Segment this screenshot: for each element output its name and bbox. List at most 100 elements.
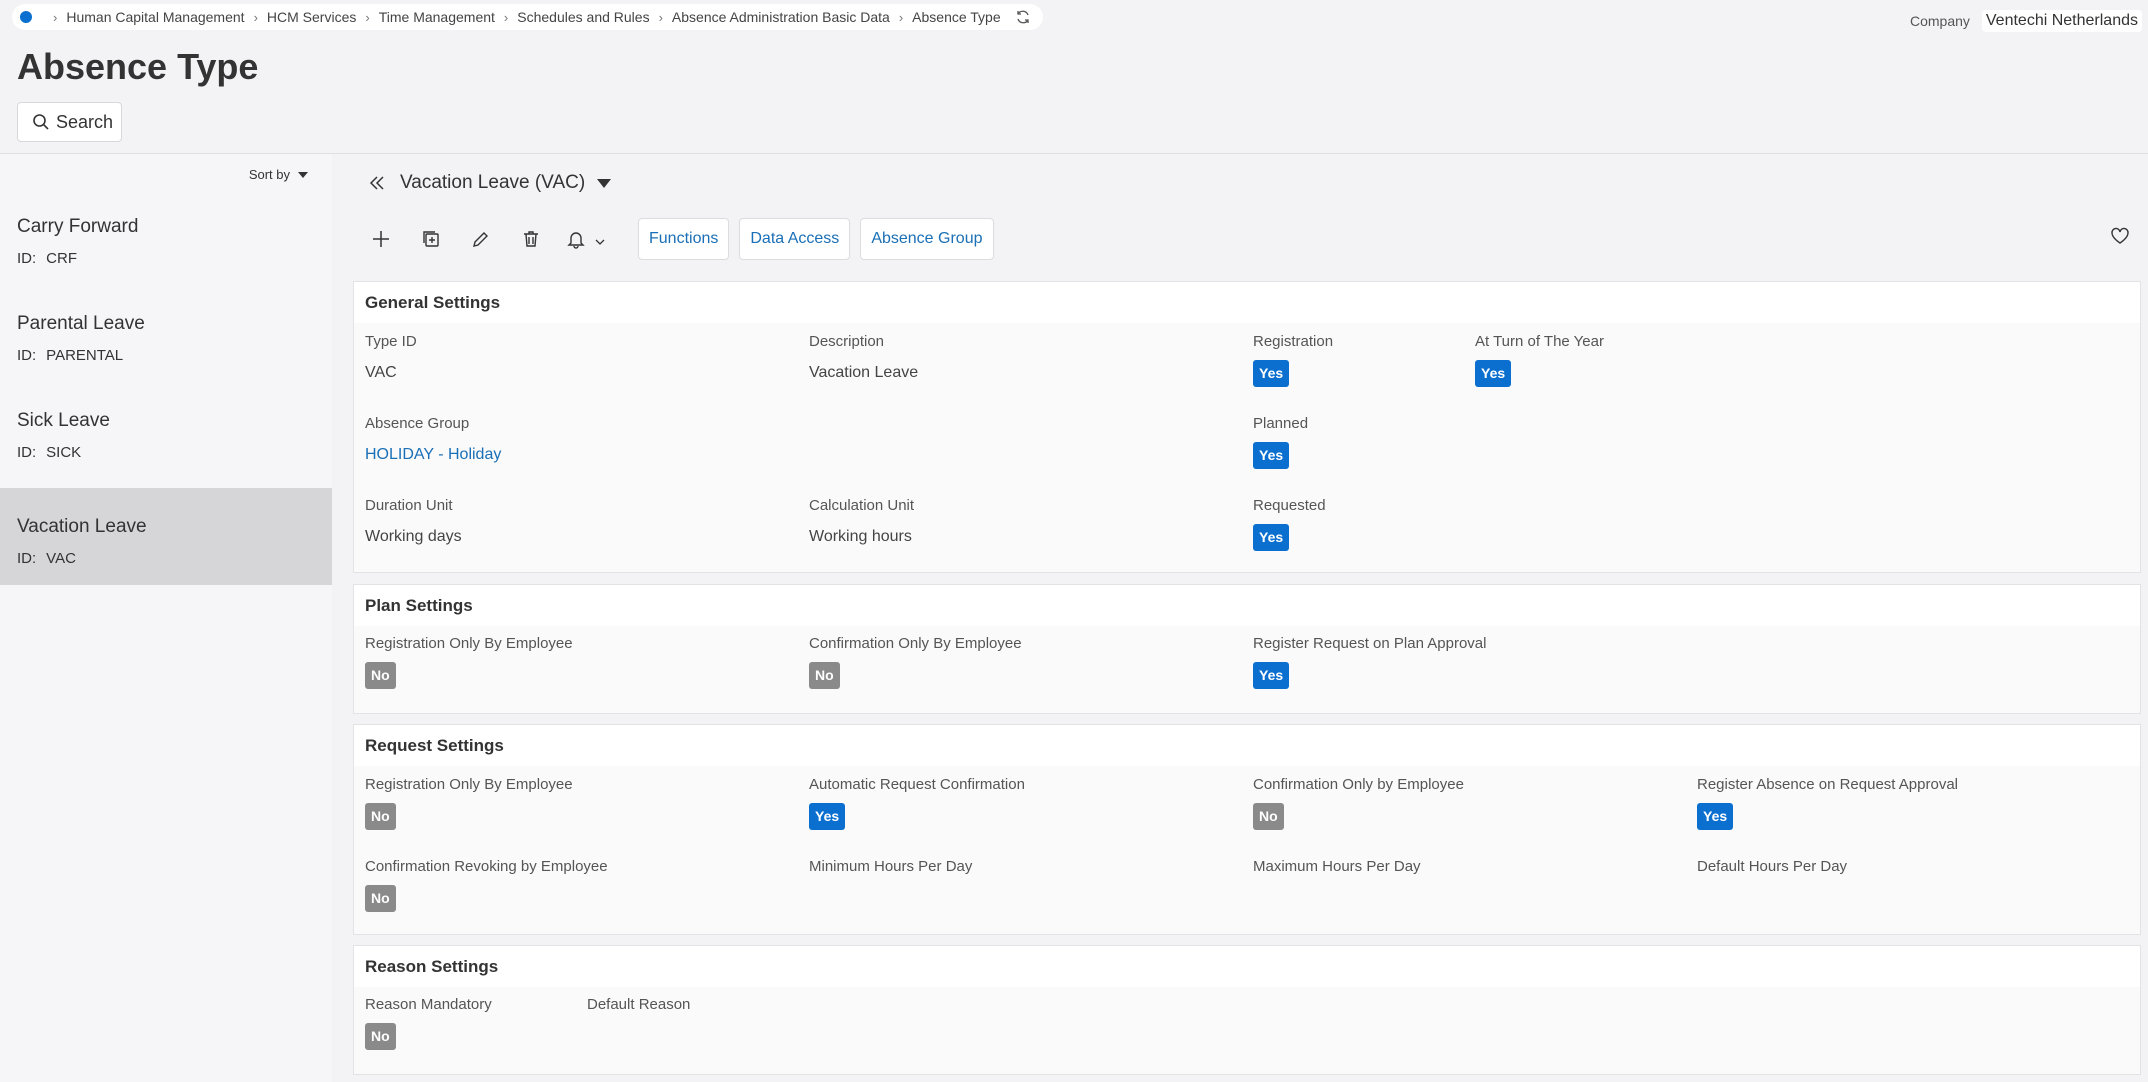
record-list: Sort by Carry Forward ID: CRF Parental Le… <box>0 154 332 1082</box>
status-badge: Yes <box>1697 803 1734 830</box>
plan-reg-only-emp-field: Registration Only By Employee No <box>365 635 573 689</box>
status-badge: Yes <box>809 803 846 830</box>
field-label: Maximum Hours Per Day <box>1253 858 1421 875</box>
page-title: Absence Type <box>17 46 259 87</box>
req-max-hours-field: Maximum Hours Per Day <box>1253 858 1421 875</box>
search-icon <box>33 114 49 130</box>
chevron-down-icon <box>595 239 605 245</box>
search-label: Search <box>56 111 114 132</box>
id-prefix: ID: <box>17 347 37 364</box>
list-item-selected[interactable]: Vacation Leave ID: VAC <box>0 488 332 585</box>
new-button[interactable] <box>356 218 406 260</box>
breadcrumb-item-absence-admin[interactable]: Absence Administration Basic Data <box>672 9 890 25</box>
list-item[interactable]: Parental Leave ID: PARENTAL <box>0 285 332 382</box>
plan-conf-only-emp-field: Confirmation Only By Employee No <box>809 635 1022 689</box>
id-prefix: ID: <box>17 444 37 461</box>
id-value: CRF <box>46 250 77 267</box>
registration-field: Registration Yes <box>1253 333 1333 387</box>
request-settings-title: Request Settings <box>354 725 2140 766</box>
status-badge: No <box>1253 803 1284 830</box>
id-value: VAC <box>46 550 76 567</box>
field-value: Vacation Leave <box>809 364 919 381</box>
status-badge: Yes <box>1253 524 1290 551</box>
refresh-icon[interactable] <box>1015 9 1031 25</box>
record-selector-caret-icon[interactable] <box>597 178 612 188</box>
company-selector[interactable]: Company Ventechi Netherlands <box>1910 10 2142 32</box>
list-item-id: ID: SICK <box>17 444 81 461</box>
field-label: Register Absence on Request Approval <box>1697 776 1958 793</box>
sort-by-label: Sort by <box>248 167 290 182</box>
sort-by-dropdown[interactable]: Sort by <box>249 167 308 182</box>
reason-mandatory-field: Reason Mandatory No <box>365 996 492 1050</box>
req-reg-only-emp-field: Registration Only By Employee No <box>365 776 573 830</box>
duplicate-icon <box>423 231 439 247</box>
chevron-right-icon: › <box>53 9 58 25</box>
req-default-hours-field: Default Hours Per Day <box>1697 858 1847 875</box>
functions-button[interactable]: Functions <box>638 218 730 260</box>
duplicate-button[interactable] <box>406 218 456 260</box>
req-register-absence-field: Register Absence on Request Approval Yes <box>1697 776 1958 830</box>
company-value[interactable]: Ventechi Netherlands <box>1981 10 2142 32</box>
field-label: Requested <box>1253 497 1326 514</box>
calculation-unit-field: Calculation Unit Working hours <box>809 497 914 546</box>
description-field: Description Vacation Leave <box>809 333 918 382</box>
type-id-field: Type ID VAC <box>365 333 417 382</box>
status-badge: Yes <box>1475 360 1512 387</box>
request-settings-card: Request Settings Registration Only By Em… <box>353 724 2141 935</box>
absence-group-button[interactable]: Absence Group <box>860 218 994 260</box>
top-bar: › Human Capital Management › HCM Service… <box>0 0 2148 36</box>
plan-settings-title: Plan Settings <box>354 585 2140 626</box>
field-label: Registration <box>1253 333 1334 350</box>
list-item[interactable]: Carry Forward ID: CRF <box>0 188 332 285</box>
id-prefix: ID: <box>17 550 37 567</box>
breadcrumb-item-schedules[interactable]: Schedules and Rules <box>517 9 649 25</box>
field-label: Calculation Unit <box>809 497 915 514</box>
status-badge: No <box>365 885 396 912</box>
field-label: Default Reason <box>587 996 691 1013</box>
trash-icon <box>524 231 538 247</box>
list-item-id: ID: CRF <box>17 250 77 267</box>
turn-of-year-field: At Turn of The Year Yes <box>1475 333 1604 387</box>
status-badge: No <box>365 1023 396 1050</box>
default-reason-field: Default Reason <box>587 996 690 1013</box>
edit-button[interactable] <box>456 218 506 260</box>
field-label: Duration Unit <box>365 497 453 514</box>
field-label: Confirmation Only By Employee <box>809 635 1022 652</box>
requested-field: Requested Yes <box>1253 497 1326 551</box>
status-badge: No <box>365 803 396 830</box>
id-value: SICK <box>46 444 82 461</box>
bell-icon <box>567 232 585 249</box>
breadcrumb-item-hcm-services[interactable]: HCM Services <box>267 9 356 25</box>
req-conf-only-emp-field: Confirmation Only by Employee No <box>1253 776 1464 830</box>
search-button[interactable]: Search <box>17 102 122 142</box>
chevron-right-icon: › <box>898 9 904 25</box>
duration-unit-field: Duration Unit Working days <box>365 497 462 546</box>
general-settings-title: General Settings <box>354 282 2140 323</box>
chevron-right-icon: › <box>365 9 370 25</box>
id-value: PARENTAL <box>46 347 124 364</box>
data-access-button[interactable]: Data Access <box>739 218 851 260</box>
list-item-name: Carry Forward <box>17 216 139 237</box>
list-item[interactable]: Sick Leave ID: SICK <box>0 382 332 479</box>
breadcrumb-item-hcm[interactable]: Human Capital Management <box>66 9 244 25</box>
field-label: Reason Mandatory <box>365 996 492 1013</box>
status-badge: Yes <box>1253 442 1290 469</box>
planned-field: Planned Yes <box>1253 415 1308 469</box>
chevron-right-icon: › <box>658 9 663 25</box>
delete-button[interactable] <box>506 218 556 260</box>
field-label: At Turn of The Year <box>1475 333 1604 350</box>
breadcrumb-item-time-management[interactable]: Time Management <box>379 9 495 25</box>
field-label: Automatic Request Confirmation <box>809 776 1025 793</box>
field-label: Confirmation Revoking by Employee <box>365 858 608 875</box>
home-icon[interactable] <box>20 11 32 23</box>
absence-group-link[interactable]: HOLIDAY - Holiday <box>365 446 501 464</box>
company-label: Company <box>1909 13 1970 29</box>
double-chevron-left-icon[interactable] <box>368 174 386 192</box>
chevron-right-icon: › <box>253 9 258 25</box>
status-badge: Yes <box>1253 360 1290 387</box>
favorite-heart-icon[interactable] <box>2110 226 2130 246</box>
chevron-right-icon: › <box>503 9 509 25</box>
list-item-name: Sick Leave <box>17 410 110 431</box>
notification-button[interactable] <box>556 218 616 260</box>
field-value: Working days <box>365 528 462 545</box>
